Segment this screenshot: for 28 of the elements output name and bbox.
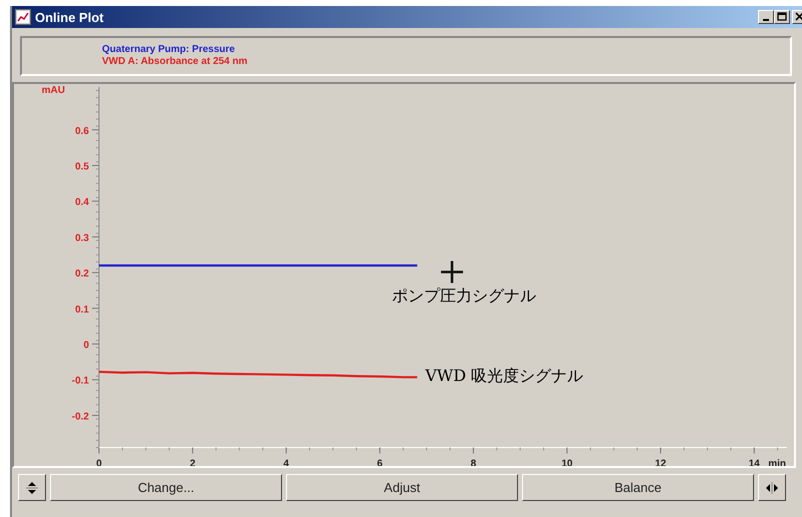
toolbar-button[interactable]: Balance <box>522 474 754 501</box>
close-icon <box>795 12 802 22</box>
maximize-icon <box>777 12 787 22</box>
y-tick-label: -0.1 <box>72 376 89 387</box>
toolbar-button[interactable]: Adjust <box>286 474 518 501</box>
minimize-icon <box>763 19 769 21</box>
scroll-button[interactable] <box>758 474 786 501</box>
y-tick-label: 0.2 <box>75 268 89 280</box>
minimize-button[interactable] <box>758 10 774 24</box>
y-tick-label: 0.4 <box>75 197 89 208</box>
y-tick-label: 0.5 <box>75 162 89 172</box>
legend-entry: Quaternary Pump: Pressure <box>102 44 236 56</box>
maximize-button[interactable] <box>774 10 790 24</box>
annotation-text: ポンプ圧力シグナル <box>392 286 536 306</box>
legend-entry: VWD A: Absorbance at 254 nm <box>102 56 248 68</box>
left-right-arrows-icon <box>765 480 779 494</box>
y-tick-label: 0 <box>83 340 89 351</box>
annotation-text: VWD 吸光度シグナル <box>425 366 584 386</box>
window-title: Online Plot <box>35 10 104 24</box>
y-tick-label: 0.6 <box>75 126 89 137</box>
chart-icon <box>15 9 31 25</box>
toolbar-button[interactable]: Change... <box>50 474 282 501</box>
y-tick-label: 0.3 <box>75 232 89 244</box>
y-tick-label: 0.1 <box>75 304 89 316</box>
y-axis-label: mAU <box>42 84 65 96</box>
y-tick-label: -0.2 <box>72 411 89 422</box>
crosshair-icon <box>440 260 464 284</box>
spinner-button[interactable] <box>18 474 46 501</box>
